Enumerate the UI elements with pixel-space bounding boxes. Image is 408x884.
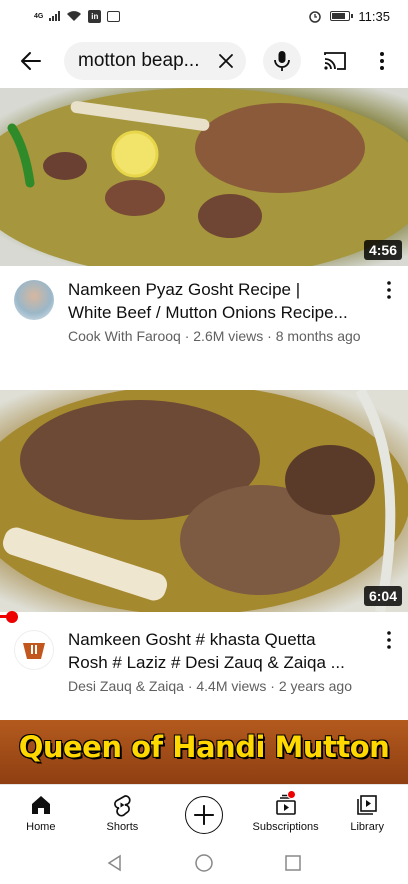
system-recents-icon[interactable] <box>284 854 302 872</box>
video-meta: Namkeen Gosht # khasta Quetta Rosh # Laz… <box>0 626 408 706</box>
video-meta: Namkeen Pyaz Gosht Recipe | White Beef /… <box>0 276 408 376</box>
video-title-line[interactable]: Namkeen Pyaz Gosht Recipe | <box>68 278 368 301</box>
linkedin-icon: in <box>88 9 102 23</box>
signal-icon <box>49 11 61 21</box>
nav-shorts[interactable]: Shorts <box>82 785 164 842</box>
video-more-icon[interactable] <box>382 280 396 300</box>
video-duration: 6:04 <box>363 586 402 606</box>
video-thumbnail[interactable]: Queen of Handi Mutton <box>0 720 408 784</box>
video-thumbnail[interactable]: 4:56 <box>0 88 408 266</box>
system-home-icon[interactable] <box>194 853 214 873</box>
video-duration: 4:56 <box>363 240 402 260</box>
video-subtitle: Cook With Farooq · 2.6M views · 8 months… <box>68 328 361 344</box>
nav-subscriptions-label: Subscriptions <box>252 821 319 833</box>
clock: 11:35 <box>358 8 390 24</box>
home-icon <box>31 796 50 814</box>
nav-home[interactable]: Home <box>0 785 82 842</box>
battery-icon <box>330 11 354 21</box>
watch-progress-handle[interactable] <box>6 611 18 623</box>
status-right: 11:35 <box>308 9 390 24</box>
microphone-icon <box>274 51 290 71</box>
nav-shorts-label: Shorts <box>106 821 139 833</box>
video-title-line[interactable]: White Beef / Mutton Onions Recipe... <box>68 301 368 324</box>
channel-avatar[interactable] <box>14 630 54 670</box>
wifi-icon <box>67 11 82 21</box>
video-more-icon[interactable] <box>382 630 396 650</box>
network-type-label: 4G <box>34 12 44 20</box>
clear-icon[interactable] <box>216 51 236 71</box>
video-title-line[interactable]: Namkeen Gosht # khasta Quetta <box>68 628 368 651</box>
video-title[interactable]: Namkeen Pyaz Gosht Recipe | White Beef /… <box>68 278 368 324</box>
shorts-icon <box>114 795 131 817</box>
nav-home-label: Home <box>26 821 56 833</box>
voice-search-button[interactable] <box>263 42 301 80</box>
more-options-icon[interactable] <box>370 49 394 73</box>
thumbnail-image <box>0 88 408 266</box>
search-header: motton beap... <box>0 38 408 84</box>
cast-icon[interactable] <box>322 49 348 73</box>
nav-subscriptions[interactable]: Subscriptions <box>245 785 327 842</box>
nav-create[interactable] <box>163 785 245 842</box>
search-query-text[interactable]: motton beap... <box>78 50 212 72</box>
thumbnail-image <box>0 390 408 612</box>
status-left: 4G in <box>34 9 121 23</box>
video-title-line[interactable]: Rosh # Laziz # Desi Zauq & Zaiqa ... <box>68 651 368 674</box>
status-bar: 4G in 11:35 <box>0 0 408 32</box>
nav-library-label: Library <box>350 821 384 833</box>
bottom-navigation: Home Shorts Subscriptions Library <box>0 784 408 842</box>
video-title[interactable]: Namkeen Gosht # khasta Quetta Rosh # Laz… <box>68 628 368 674</box>
channel-avatar[interactable] <box>14 280 54 320</box>
video-thumbnail[interactable]: 6:04 <box>0 390 408 612</box>
thumbnail-banner-text: Queen of Handi Mutton <box>18 730 390 764</box>
nav-library[interactable]: Library <box>326 785 408 842</box>
system-navigation <box>0 842 408 884</box>
system-back-icon[interactable] <box>106 854 124 872</box>
library-icon <box>357 795 377 815</box>
search-input[interactable]: motton beap... <box>64 42 246 80</box>
back-arrow-icon[interactable] <box>18 48 44 74</box>
plus-icon <box>194 804 214 825</box>
alarm-icon <box>309 11 322 23</box>
mail-icon <box>107 10 121 22</box>
create-button[interactable] <box>184 795 223 834</box>
channel-logo-icon <box>23 643 45 659</box>
video-subtitle: Desi Zauq & Zaiqa · 4.4M views · 2 years… <box>68 678 353 694</box>
